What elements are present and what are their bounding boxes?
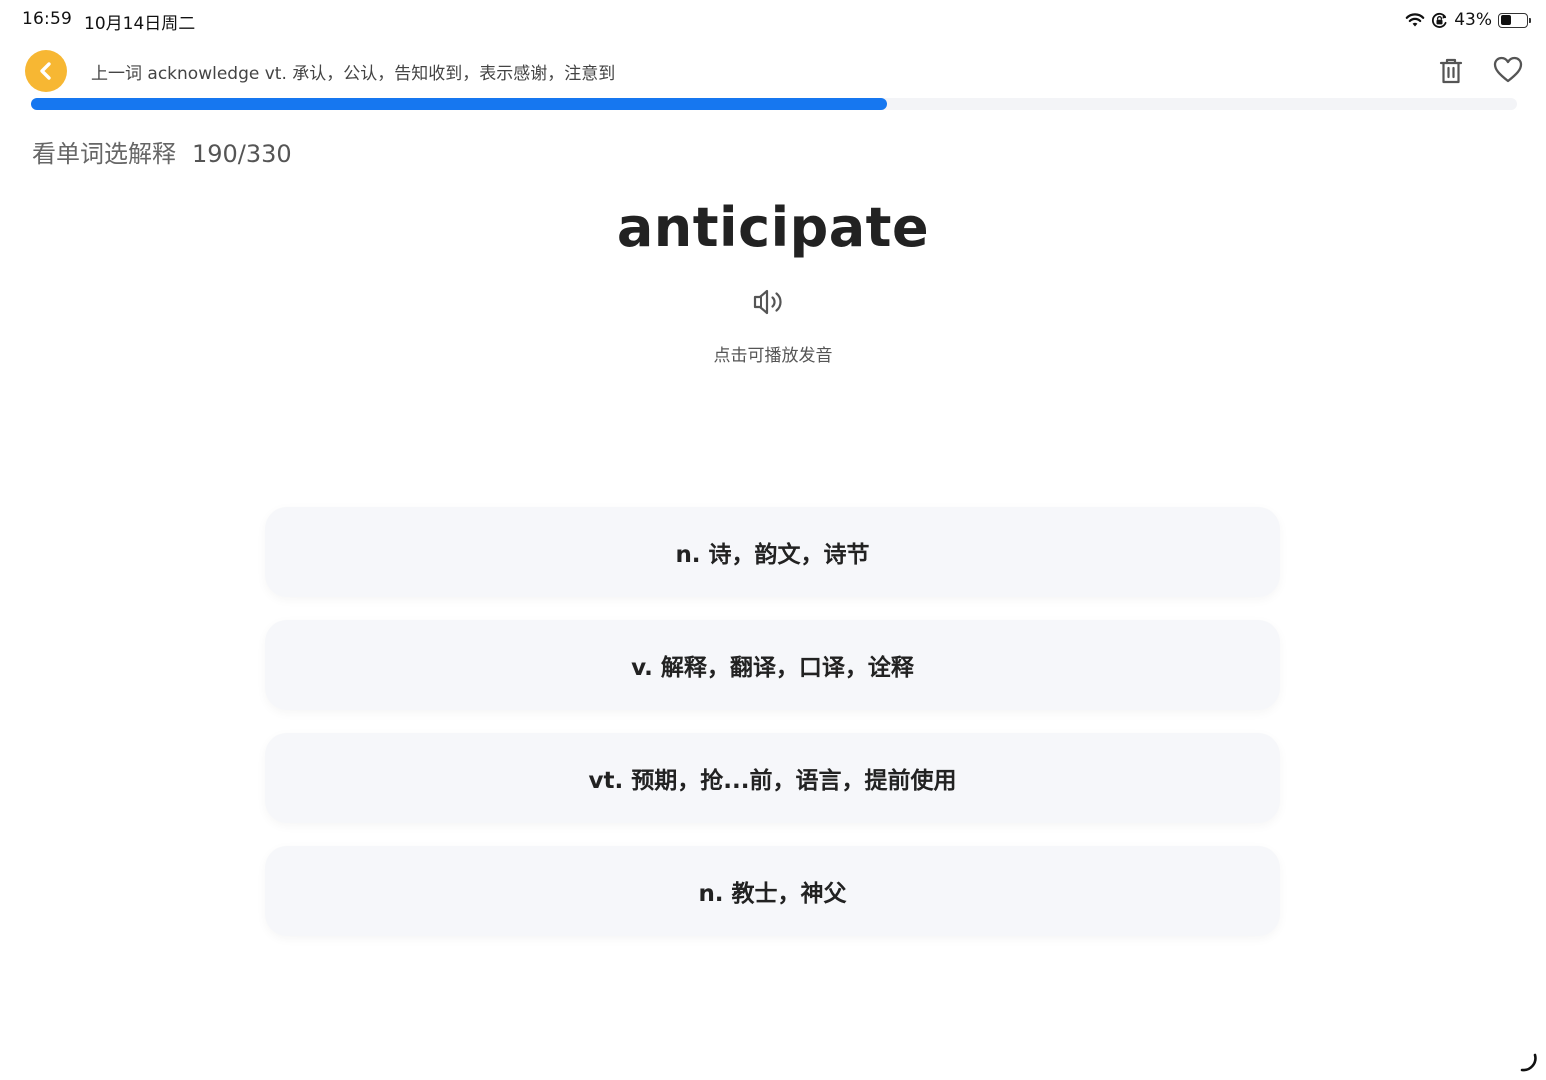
answer-option-3[interactable]: vt. 预期，抢...前，语言，提前使用 [265, 733, 1280, 823]
progress-count: 190/330 [192, 140, 292, 168]
play-pronunciation-button[interactable] [752, 286, 790, 318]
previous-word-summary[interactable]: 上一词 acknowledge vt. 承认，公认，告知收到，表示感谢，注意到 [91, 59, 615, 84]
status-date: 10月14日周二 [84, 14, 196, 34]
battery-percent: 43% [1454, 10, 1492, 30]
quiz-mode-label: 看单词选解释 [32, 140, 176, 168]
battery-level [1500, 15, 1512, 25]
orientation-lock-icon [1431, 12, 1448, 29]
answer-option-2[interactable]: v. 解释，翻译，口译，诠释 [265, 620, 1280, 710]
delete-button[interactable] [1436, 56, 1466, 86]
target-word: anticipate [616, 196, 930, 259]
status-time: 16:59 [22, 9, 72, 29]
pronunciation-hint: 点击可播放发音 [713, 346, 833, 366]
status-indicators: 43% [1405, 7, 1531, 33]
heart-icon [1493, 56, 1523, 83]
progress-fill [31, 98, 887, 110]
wifi-icon [1405, 12, 1425, 28]
chevron-left-icon [40, 62, 51, 80]
favorite-button[interactable] [1492, 54, 1524, 86]
corner-loading-icon [1520, 1053, 1537, 1072]
answer-option-1[interactable]: n. 诗，韵文，诗节 [265, 507, 1280, 597]
battery-icon [1498, 12, 1531, 28]
trash-icon [1439, 58, 1463, 84]
speaker-icon [753, 289, 782, 315]
progress-bar [31, 98, 1517, 110]
quiz-mode-line: 看单词选解释 190/330 [32, 134, 292, 169]
back-button[interactable] [25, 50, 67, 92]
quiz-screen: 16:59 10月14日周二 43% 上一词 acknowledge vt. 承… [0, 0, 1546, 1080]
answer-option-4[interactable]: n. 教士，神父 [265, 846, 1280, 936]
